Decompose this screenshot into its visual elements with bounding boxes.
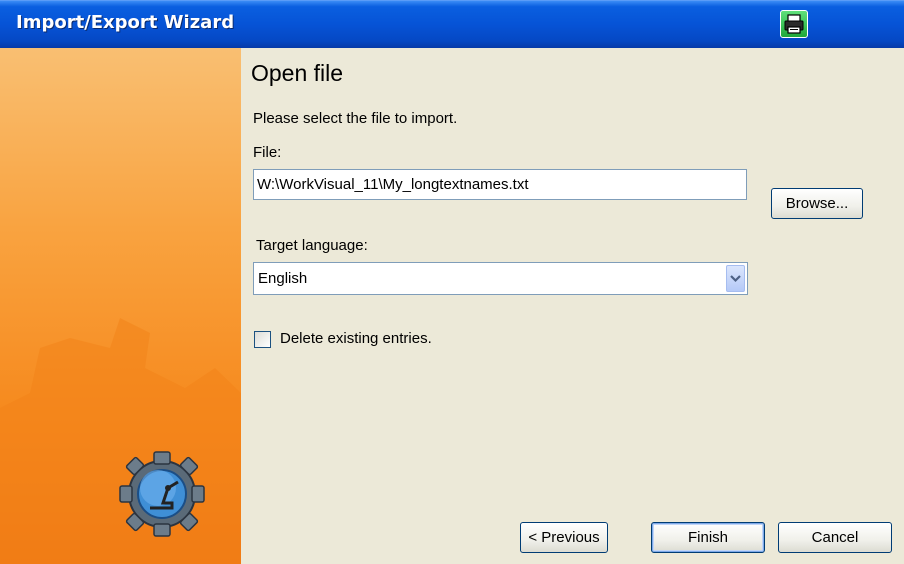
gear-watermark-graphic [0, 318, 241, 564]
robot-gear-icon [119, 451, 205, 537]
file-path-input[interactable]: W:\WorkVisual_11\My_longtextnames.txt [253, 169, 747, 200]
wizard-banner [0, 48, 241, 564]
instruction-text: Please select the file to import. [253, 110, 458, 127]
previous-button[interactable]: < Previous [520, 522, 608, 553]
target-language-select[interactable]: English [253, 262, 748, 295]
window-title: Import/Export Wizard [16, 12, 235, 33]
cancel-button[interactable]: Cancel [778, 522, 892, 553]
wizard-window: Import/Export Wizard Open file Please se… [0, 0, 904, 564]
target-language-value: English [258, 270, 308, 287]
finish-button[interactable]: Finish [651, 522, 765, 553]
file-label: File: [253, 144, 282, 161]
page-title: Open file [251, 60, 344, 86]
browse-button[interactable]: Browse... [771, 188, 863, 219]
title-bar[interactable]: Import/Export Wizard [0, 0, 904, 48]
printer-icon[interactable] [780, 10, 808, 38]
chevron-down-icon[interactable] [726, 265, 745, 292]
wizard-page: Open file Please select the file to impo… [241, 48, 904, 564]
delete-existing-label[interactable]: Delete existing entries. [280, 330, 432, 347]
target-language-label: Target language: [256, 237, 368, 254]
delete-existing-checkbox[interactable] [254, 331, 271, 348]
